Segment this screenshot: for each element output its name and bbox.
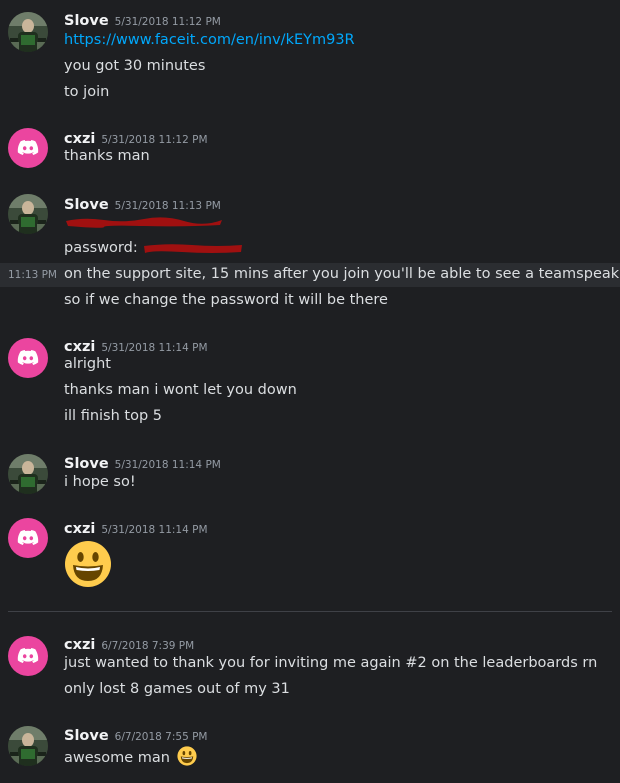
author-name[interactable]: cxzi [64, 131, 95, 147]
message-timestamp: 5/31/2018 11:12 PM [114, 16, 221, 28]
avatar-cxzi[interactable] [8, 518, 48, 558]
message-text: thanks man i wont let you down [64, 382, 297, 398]
author-name[interactable]: Slove [64, 13, 109, 29]
message-header: Slove 5/31/2018 11:12 PM [64, 10, 221, 29]
avatar-cxzi[interactable] [8, 338, 48, 378]
message-timestamp: 5/31/2018 11:14 PM [101, 524, 208, 536]
author-name[interactable]: Slove [64, 728, 109, 744]
password-label: password: [64, 240, 138, 256]
message-group-cxzi-1: cxzi 5/31/2018 11:12 PM thanks man [0, 120, 620, 180]
redaction-mark [66, 217, 222, 228]
message-text: only lost 8 games out of my 31 [64, 681, 290, 697]
author-name[interactable]: cxzi [64, 637, 95, 653]
message-text: thanks man [64, 148, 150, 164]
message-timestamp: 5/31/2018 11:13 PM [114, 200, 221, 212]
discord-logo-icon [16, 136, 40, 160]
message-text: alright [64, 356, 111, 372]
message-group-slove-4: Slove 6/7/2018 7:55 PM awesome man [0, 718, 620, 778]
message-text-content: awesome man [64, 750, 170, 766]
message-timestamp: 5/31/2018 11:14 PM [101, 342, 208, 354]
message-header: cxzi 6/7/2018 7:39 PM [64, 634, 194, 653]
message-text: just wanted to thank you for inviting me… [64, 655, 598, 671]
message-group-cxzi-3: cxzi 5/31/2018 11:14 PM [0, 512, 620, 592]
avatar-slove[interactable] [8, 194, 48, 234]
message-text: so if we change the password it will be … [64, 292, 388, 308]
message-header: cxzi 5/31/2018 11:14 PM [64, 518, 208, 537]
message-timestamp: 5/31/2018 11:12 PM [101, 134, 208, 146]
message-group-cxzi-2: cxzi 5/31/2018 11:14 PM alright thanks ma… [0, 330, 620, 430]
side-timestamp: 11:13 PM [8, 269, 57, 281]
smiley-emoji-icon[interactable] [177, 746, 197, 766]
message-timestamp: 6/7/2018 7:39 PM [101, 640, 195, 652]
redaction-mark [144, 244, 243, 253]
message-header: cxzi 5/31/2018 11:14 PM [64, 336, 208, 355]
avatar-slove[interactable] [8, 726, 48, 766]
message-text: awesome man [64, 746, 197, 766]
author-name[interactable]: Slove [64, 197, 109, 213]
avatar-slove[interactable] [8, 454, 48, 494]
message-text: i hope so! [64, 474, 136, 490]
avatar-slove[interactable] [8, 12, 48, 52]
message-group-slove-1: Slove 5/31/2018 11:12 PM https://www.face… [0, 0, 620, 110]
avatar-cxzi[interactable] [8, 636, 48, 676]
message-text: to join [64, 84, 110, 100]
date-divider [8, 611, 612, 612]
password-line: password: [64, 240, 244, 256]
message-text: on the support site, 15 mins after you j… [64, 266, 620, 282]
message-header: Slove 5/31/2018 11:13 PM [64, 194, 221, 213]
message-text: ill finish top 5 [64, 408, 162, 424]
author-name[interactable]: cxzi [64, 339, 95, 355]
message-header: Slove 5/31/2018 11:14 PM [64, 453, 221, 472]
discord-logo-icon [16, 644, 40, 668]
message-timestamp: 6/7/2018 7:55 PM [114, 731, 208, 743]
smiley-emoji-icon[interactable] [64, 540, 112, 588]
author-name[interactable]: cxzi [64, 521, 95, 537]
avatar-cxzi[interactable] [8, 128, 48, 168]
author-name[interactable]: Slove [64, 456, 109, 472]
message-header: Slove 6/7/2018 7:55 PM [64, 725, 207, 744]
redacted-text [64, 214, 224, 230]
message-timestamp: 5/31/2018 11:14 PM [114, 459, 221, 471]
discord-logo-icon [16, 526, 40, 550]
message-group-slove-3: Slove 5/31/2018 11:14 PM i hope so! [0, 446, 620, 502]
discord-logo-icon [16, 346, 40, 370]
message-header: cxzi 5/31/2018 11:12 PM [64, 128, 208, 147]
invite-link[interactable]: https://www.faceit.com/en/inv/kEYm93R [64, 32, 355, 48]
message-group-cxzi-4: cxzi 6/7/2018 7:39 PM just wanted to than… [0, 628, 620, 708]
message-text: you got 30 minutes [64, 58, 206, 74]
